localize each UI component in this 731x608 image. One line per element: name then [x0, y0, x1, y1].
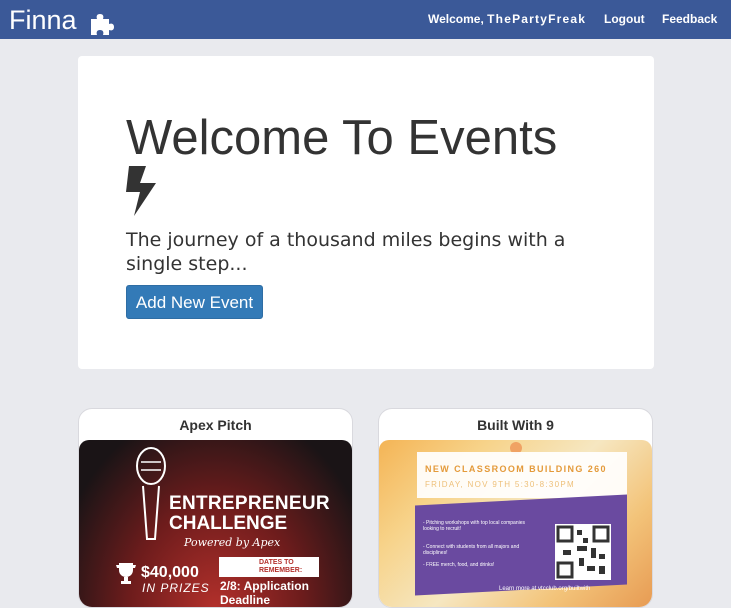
event-card-title: Apex Pitch — [179, 417, 252, 433]
brand-logo[interactable]: Finna — [9, 6, 77, 34]
welcome-panel: Welcome To Events The journey of a thous… — [78, 56, 654, 369]
puzzle-piece-icon — [91, 14, 114, 35]
poster-subheading: FRIDAY, NOV 9TH 5:30-8:30PM — [425, 480, 575, 489]
microphone-icon — [136, 447, 166, 540]
poster-prize-sub: IN PRIZES — [142, 581, 210, 595]
bolt-icon — [126, 166, 156, 216]
add-new-event-button[interactable]: Add New Event — [126, 285, 263, 319]
event-card-built-with-9[interactable]: Built With 9 NEW CLASSROOM BUILDING 260 … — [378, 408, 653, 608]
page-title: Welcome To Events — [126, 111, 558, 165]
qr-code-icon — [555, 524, 611, 580]
tagline: The journey of a thousand miles begins w… — [126, 229, 566, 275]
welcome-user: Welcome, ThePartyFreak — [428, 12, 586, 26]
poster-deadline: 2/8: Application Deadline — [220, 579, 309, 607]
poster-prize: $40,000 — [141, 564, 199, 581]
welcome-prefix: Welcome, — [428, 12, 488, 26]
poster-header-box — [417, 452, 627, 498]
event-card-apex-pitch[interactable]: Apex Pitch ENTREPRENEUR CHALLENGE Powere… — [78, 408, 353, 608]
poster-dates-label: DATES TO REMEMBER: — [219, 557, 319, 577]
event-poster-image: ENTREPRENEUR CHALLENGE Powered by Apex $… — [79, 440, 352, 607]
event-card-title: Built With 9 — [477, 417, 554, 433]
logout-link[interactable]: Logout — [604, 12, 645, 26]
top-navbar: Finna Welcome, ThePartyFreak Logout Feed… — [0, 0, 731, 39]
poster-subtitle: Powered by Apex — [184, 536, 281, 549]
poster-bullet: - FREE merch, food, and drinks! — [423, 562, 495, 568]
poster-learn-more: Learn more at vtcclub.org/builtwith — [499, 586, 591, 592]
poster-heading-2: CHALLENGE — [169, 513, 288, 534]
poster-bullet: - Connect with students from all majors … — [423, 544, 520, 556]
feedback-link[interactable]: Feedback — [662, 12, 717, 26]
event-poster-image: NEW CLASSROOM BUILDING 260 FRIDAY, NOV 9… — [379, 440, 652, 607]
poster-heading-1: ENTREPRENEUR — [169, 493, 330, 514]
username: ThePartyFreak — [487, 12, 587, 26]
trophy-icon — [116, 563, 136, 584]
poster-heading: NEW CLASSROOM BUILDING 260 — [425, 464, 607, 474]
poster-bullet: - Pitching workshops with top local comp… — [423, 520, 525, 532]
